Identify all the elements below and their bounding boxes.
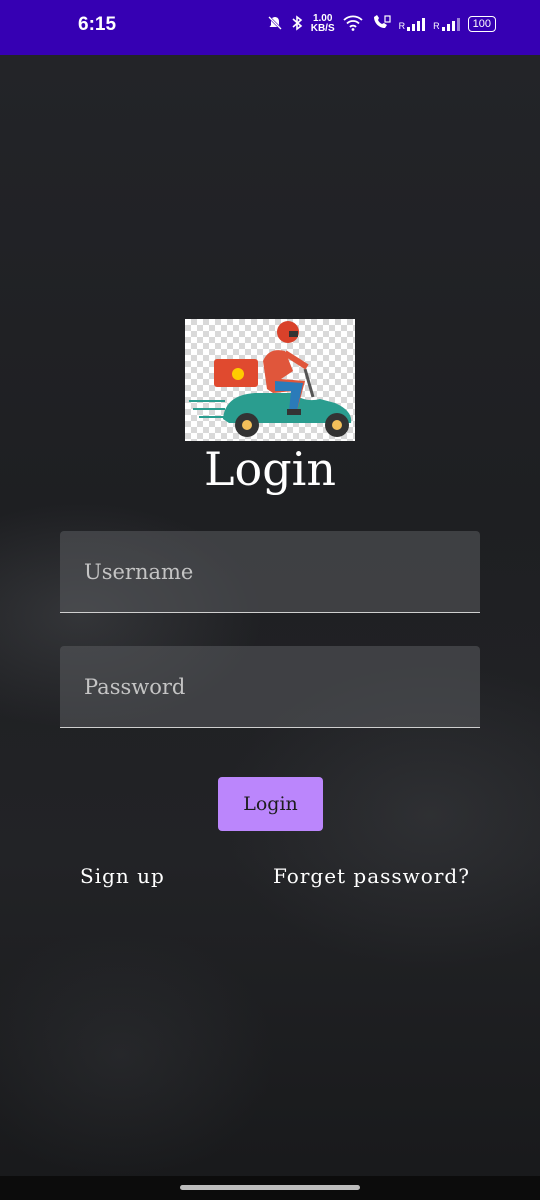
- navigation-bar: [0, 1176, 540, 1200]
- username-input[interactable]: [60, 531, 480, 612]
- username-field-container: [60, 531, 480, 613]
- volte-call-icon: [371, 14, 391, 34]
- password-input[interactable]: [60, 646, 480, 727]
- status-bar: 6:15 1.00 KB/S R R 100: [0, 0, 540, 55]
- battery-icon: 100: [467, 16, 496, 32]
- password-field-container: [60, 646, 480, 728]
- status-icons: 1.00 KB/S R R 100: [267, 14, 496, 34]
- sign-up-link[interactable]: Sign up: [80, 864, 165, 888]
- bluetooth-icon: [291, 14, 303, 34]
- background-image: [0, 55, 540, 1200]
- delivery-scooter-logo: [185, 319, 355, 441]
- net-speed: 1.00 KB/S: [310, 13, 335, 34]
- mute-bell-icon: [267, 15, 283, 34]
- status-time: 6:15: [78, 14, 117, 35]
- signal-icon-1: R: [399, 17, 426, 31]
- signal-icon-2: R: [433, 17, 460, 31]
- home-gesture-handle[interactable]: [180, 1185, 360, 1190]
- forget-password-link[interactable]: Forget password?: [273, 864, 470, 888]
- wifi-icon: [343, 15, 363, 34]
- page-title: Login: [203, 442, 337, 496]
- login-button[interactable]: Login: [218, 777, 323, 831]
